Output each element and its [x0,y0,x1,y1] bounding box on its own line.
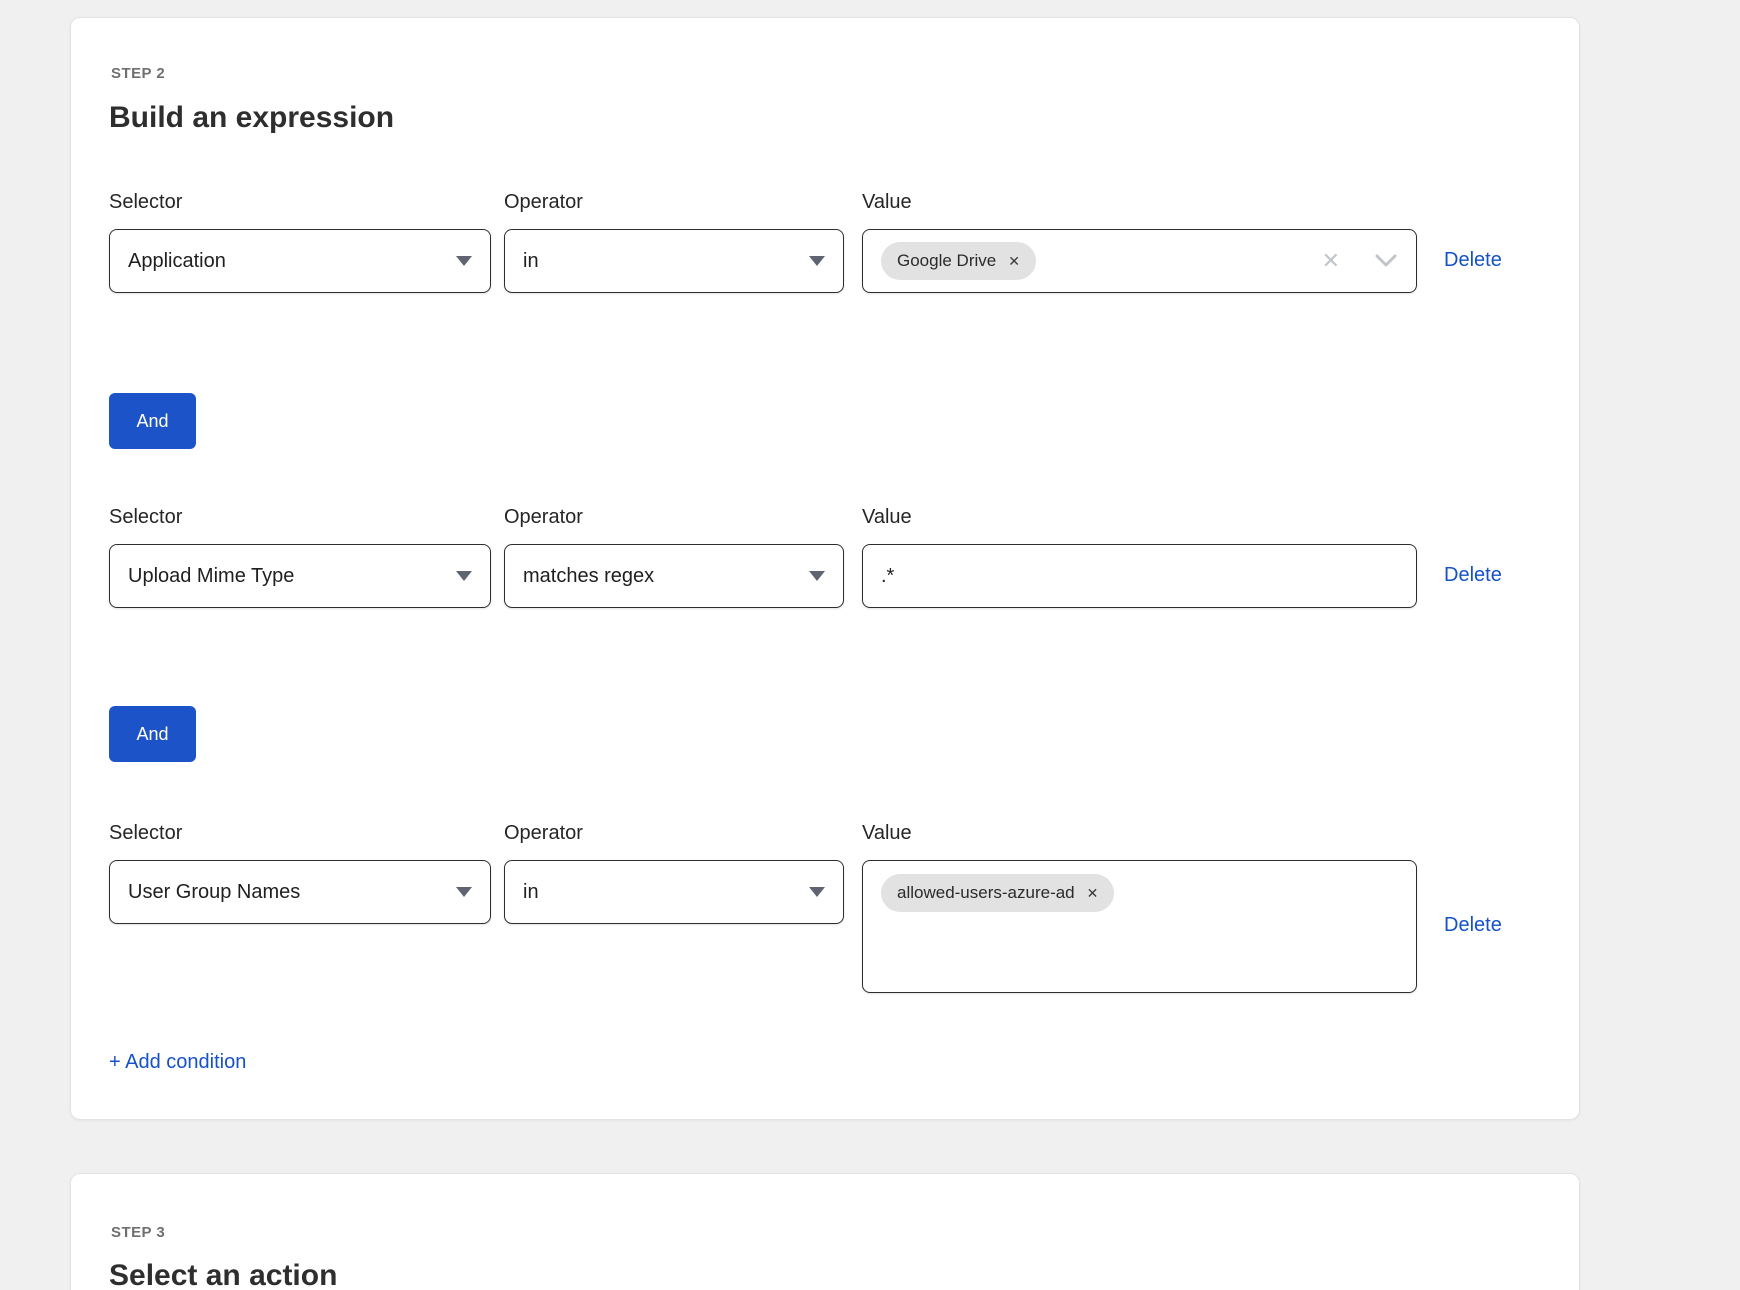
selector-column-label: Selector [109,191,491,215]
step2-card: STEP 2 Build an expression Selector Appl… [70,17,1580,1120]
and-button[interactable]: And [109,706,196,762]
value-multiselect[interactable]: allowed-users-azure-ad ✕ [862,860,1417,993]
value-text: .* [881,565,894,588]
remove-tag-icon[interactable]: ✕ [1008,254,1020,268]
dropdown-caret-icon [456,887,472,897]
delete-condition-link[interactable]: Delete [1444,249,1502,272]
operator-value: in [523,881,539,904]
delete-condition-link[interactable]: Delete [1444,564,1502,587]
and-button[interactable]: And [109,393,196,449]
add-condition-link[interactable]: + Add condition [109,1051,246,1074]
operator-column-label: Operator [504,191,844,215]
value-column-label: Value [862,822,1417,846]
selector-dropdown[interactable]: Application [109,229,491,293]
operator-column-label: Operator [504,506,844,530]
clear-selection-icon[interactable]: ✕ [1322,250,1340,272]
selector-column-label: Selector [109,506,491,530]
operator-value: in [523,250,539,273]
value-multiselect[interactable]: Google Drive ✕ ✕ [862,229,1417,293]
operator-column-label: Operator [504,822,844,846]
selector-value: Upload Mime Type [128,565,294,588]
dropdown-caret-icon [809,887,825,897]
dropdown-caret-icon [456,571,472,581]
operator-dropdown[interactable]: in [504,860,844,924]
dropdown-caret-icon [809,256,825,266]
chevron-down-icon[interactable] [1374,253,1398,269]
delete-condition-link[interactable]: Delete [1444,914,1502,937]
step3-card: STEP 3 Select an action [70,1173,1580,1290]
dropdown-caret-icon [456,256,472,266]
value-column-label: Value [862,506,1417,530]
selector-dropdown[interactable]: Upload Mime Type [109,544,491,608]
value-tag-label: allowed-users-azure-ad [897,883,1075,903]
step2-label: STEP 2 [111,65,165,82]
dropdown-caret-icon [809,571,825,581]
step3-label: STEP 3 [111,1224,165,1241]
value-text-input[interactable]: .* [862,544,1417,608]
value-column-label: Value [862,191,1417,215]
operator-dropdown[interactable]: in [504,229,844,293]
value-tag: allowed-users-azure-ad ✕ [881,874,1114,912]
value-tag-label: Google Drive [897,251,996,271]
operator-value: matches regex [523,565,654,588]
value-tag: Google Drive ✕ [881,242,1036,280]
operator-dropdown[interactable]: matches regex [504,544,844,608]
selector-value: Application [128,250,226,273]
remove-tag-icon[interactable]: ✕ [1087,886,1099,900]
selector-value: User Group Names [128,881,300,904]
step3-title: Select an action [109,1259,337,1290]
selector-dropdown[interactable]: User Group Names [109,860,491,924]
step2-title: Build an expression [109,101,394,135]
selector-column-label: Selector [109,822,491,846]
